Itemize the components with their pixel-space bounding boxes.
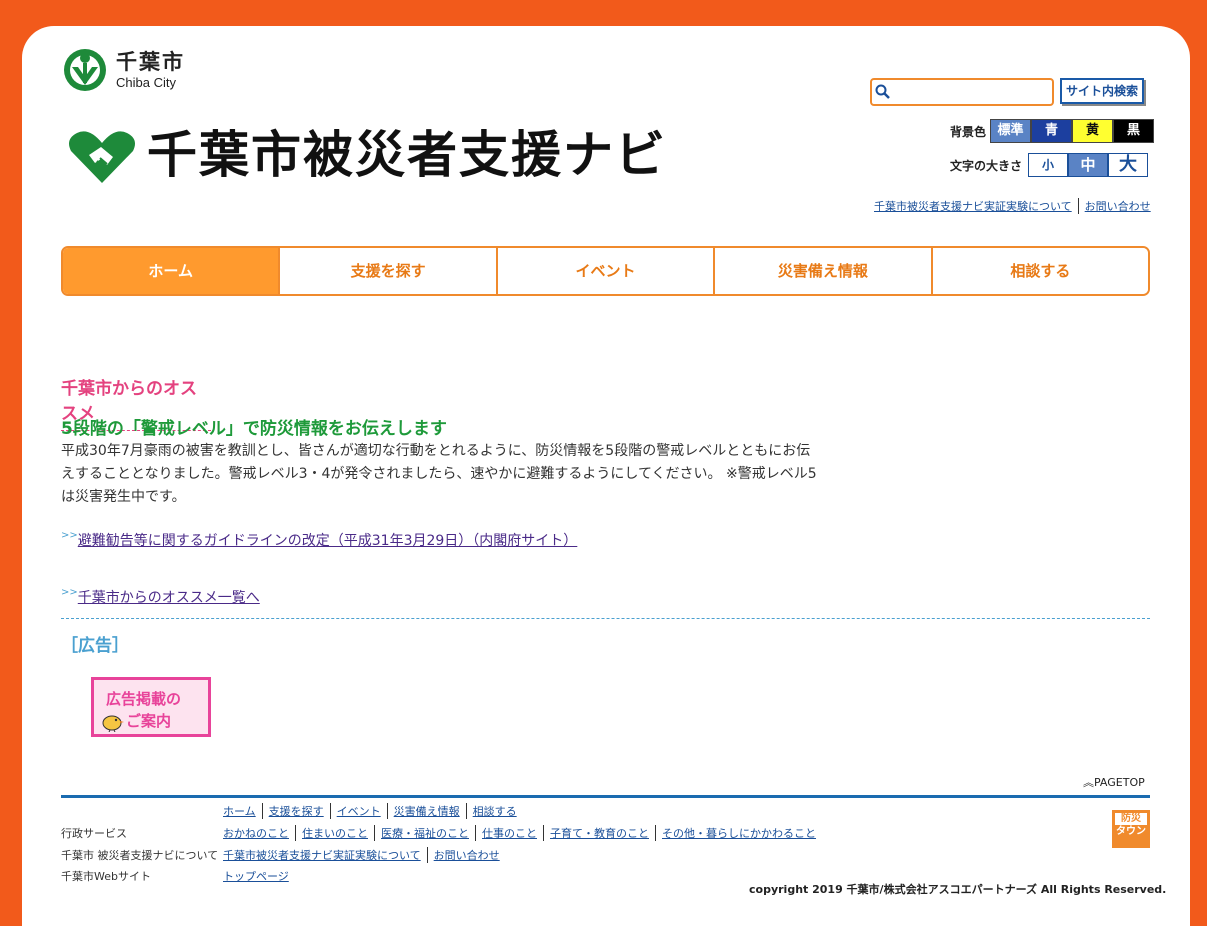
bousai-top-label: 防災 (1115, 813, 1147, 825)
copyright: copyright 2019 千葉市/株式会社アスコエパートナーズ All Ri… (749, 883, 1167, 896)
font-size-switcher: 文字の大きさ 小 中 大 (950, 153, 1149, 177)
ad-banner-line2: ご案内 (126, 712, 172, 730)
footer-gyosei-label: 行政サービス (61, 827, 127, 840)
guideline-link-row: >>避難勧告等に関するガイドラインの改定（平成31年3月29日）（内閣府サイト） (61, 530, 577, 550)
footer-link-prep[interactable]: 災害備え情報 (386, 803, 466, 819)
bousai-bottom-label: タウン (1116, 826, 1146, 837)
footer-link-housing[interactable]: 住まいのこと (295, 825, 374, 841)
bg-yellow-button[interactable]: 黄 (1072, 119, 1114, 143)
article-body: 平成30年7月豪雨の被害を教訓とし、皆さんが適切な行動をとれるように、防災情報を… (61, 443, 817, 505)
site-logo[interactable]: 千葉市被災者支援ナビ (67, 125, 667, 185)
footer-gyosei-links: おかねのこと 住まいのこと 医療・福祉のこと 仕事のこと 子育て・教育のこと そ… (223, 825, 822, 841)
city-name-en: Chiba City (116, 74, 176, 90)
footer-link-consult[interactable]: 相談する (465, 803, 523, 819)
font-medium-button[interactable]: 中 (1068, 153, 1109, 177)
footer-nav-links: ホーム 支援を探す イベント 災害備え情報 相談する (223, 803, 523, 819)
bg-blue-button[interactable]: 青 (1031, 119, 1073, 143)
city-emblem-icon (64, 49, 106, 91)
footer-web-label: 千葉市Webサイト (61, 870, 151, 883)
section-divider (61, 618, 1150, 619)
font-large-button[interactable]: 大 (1108, 153, 1149, 177)
footer-link-toppage[interactable]: トップページ (223, 868, 295, 884)
city-logo[interactable]: 千葉市 Chiba City (62, 47, 185, 93)
link-arrow-icon: >> (61, 587, 78, 598)
bg-standard-button[interactable]: 標準 (990, 119, 1032, 143)
page-card: 千葉市 Chiba City 千葉市被災者支援ナビ サイト内検索 背景色 標準 … (22, 26, 1190, 926)
footer-link-support[interactable]: 支援を探す (261, 803, 330, 819)
bg-color-label: 背景色 (950, 124, 987, 139)
footer-link-contact[interactable]: お問い合わせ (426, 847, 506, 863)
footer-divider (61, 795, 1150, 798)
nav-consult[interactable]: 相談する (930, 248, 1148, 294)
pagetop-link[interactable]: ︽PAGETOP (1083, 774, 1145, 790)
search-icon (875, 84, 890, 99)
about-experiment-link[interactable]: 千葉市被災者支援ナビ実証実験について (868, 198, 1078, 214)
city-name-ja: 千葉市 (116, 49, 185, 74)
header-links: 千葉市被災者支援ナビ実証実験について お問い合わせ (868, 198, 1157, 214)
nav-events[interactable]: イベント (495, 248, 714, 294)
nav-disaster-prep[interactable]: 災害備え情報 (713, 248, 931, 294)
site-search: サイト内検索 (870, 78, 1145, 106)
footer-link-money[interactable]: おかねのこと (223, 825, 295, 841)
ad-banner[interactable]: 広告掲載の ご案内 (91, 677, 211, 737)
bousai-town-banner[interactable]: 防災 タウン (1112, 810, 1150, 848)
footer-link-childcare[interactable]: 子育て・教育のこと (543, 825, 655, 841)
footer-web-links: トップページ (223, 868, 295, 884)
heart-hands-icon (69, 131, 135, 183)
bg-color-switcher: 背景色 標準 青 黄 黒 (950, 119, 1155, 143)
footer-link-other[interactable]: その他・暮らしにかかわること (655, 825, 822, 841)
global-nav: ホーム 支援を探す イベント 災害備え情報 相談する (61, 246, 1150, 296)
footer-about-links: 千葉市被災者支援ナビ実証実験について お問い合わせ (223, 847, 506, 863)
footer-link-events[interactable]: イベント (329, 803, 387, 819)
contact-link[interactable]: お問い合わせ (1077, 198, 1157, 214)
recommend-list-link-row: >>千葉市からのオススメ一覧へ (61, 587, 260, 607)
footer-link-experiment[interactable]: 千葉市被災者支援ナビ実証実験について (223, 847, 427, 863)
nav-find-support[interactable]: 支援を探す (278, 248, 496, 294)
guideline-link[interactable]: 避難勧告等に関するガイドラインの改定（平成31年3月29日）（内閣府サイト） (78, 533, 578, 549)
footer-about-label: 千葉市 被災者支援ナビについて (61, 849, 219, 862)
recommend-list-link[interactable]: 千葉市からのオススメ一覧へ (78, 590, 260, 606)
chevron-up-icon: ︽ (1083, 776, 1094, 789)
ad-label: ［広告］ (61, 636, 129, 656)
ad-banner-line1: 広告掲載の (106, 690, 182, 708)
bird-icon (102, 715, 124, 732)
footer-link-home[interactable]: ホーム (223, 803, 262, 819)
font-size-label: 文字の大きさ (950, 158, 1023, 173)
font-small-button[interactable]: 小 (1028, 153, 1069, 177)
search-button[interactable]: サイト内検索 (1060, 78, 1145, 104)
footer-link-medical[interactable]: 医療・福祉のこと (374, 825, 475, 841)
link-arrow-icon: >> (61, 530, 78, 541)
nav-home[interactable]: ホーム (63, 248, 279, 294)
bg-black-button[interactable]: 黒 (1113, 119, 1155, 143)
search-input[interactable] (870, 78, 1054, 106)
article-title: 5段階の「警戒レベル」で防災情報をお伝えします (61, 419, 447, 439)
site-title: 千葉市被災者支援ナビ (147, 126, 667, 184)
footer-link-work[interactable]: 仕事のこと (475, 825, 543, 841)
